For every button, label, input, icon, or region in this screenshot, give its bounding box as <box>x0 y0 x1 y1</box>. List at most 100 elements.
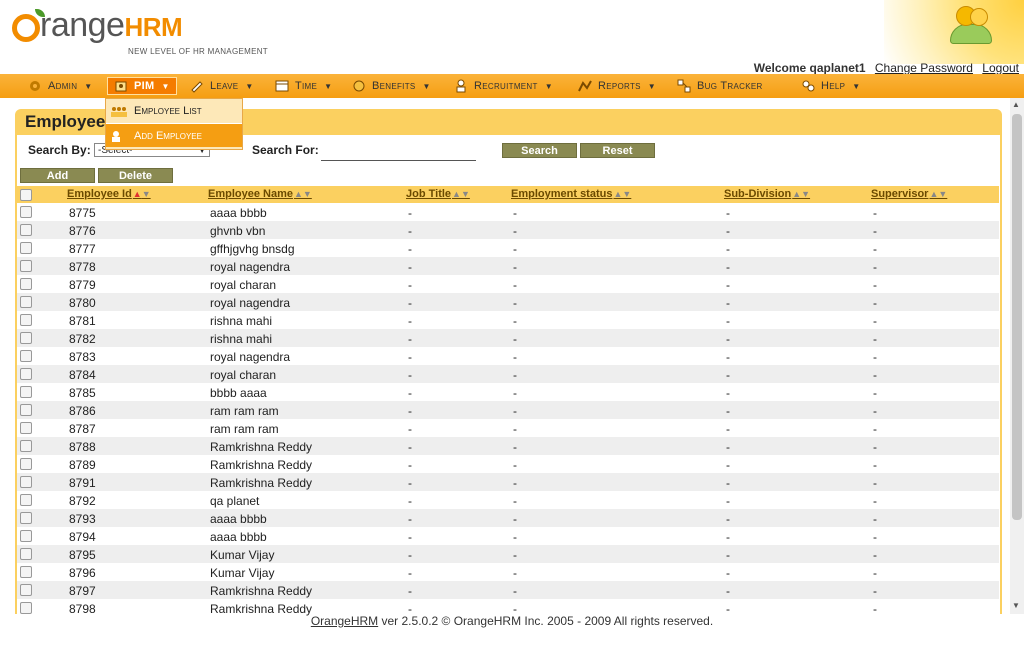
row-checkbox[interactable] <box>20 242 32 254</box>
cell-employee-name[interactable]: Ramkrishna Reddy <box>210 584 312 598</box>
row-checkbox[interactable] <box>20 512 32 524</box>
row-checkbox[interactable] <box>20 404 32 416</box>
cell-sub-division: - <box>726 422 730 436</box>
menu-employee-list[interactable]: Employee List <box>106 99 242 123</box>
cell-employee-name[interactable]: ram ram ram <box>210 404 279 418</box>
row-checkbox[interactable] <box>20 206 32 218</box>
row-checkbox[interactable] <box>20 494 32 506</box>
chevron-down-icon: ▼ <box>245 81 254 91</box>
row-checkbox[interactable] <box>20 386 32 398</box>
menu-bug-tracker[interactable]: Bug Tracker <box>677 77 763 95</box>
row-checkbox[interactable] <box>20 350 32 362</box>
cell-employee-name[interactable]: bbbb aaaa <box>210 386 267 400</box>
menu-reports[interactable]: Reports ▼ <box>578 77 656 95</box>
cell-sub-division: - <box>726 404 730 418</box>
cell-employee-name[interactable]: ghvnb vbn <box>210 224 265 238</box>
cell-employment-status: - <box>513 458 517 472</box>
cell-employee-name[interactable]: Ramkrishna Reddy <box>210 476 312 490</box>
cell-employee-name[interactable]: aaaa bbbb <box>210 530 267 544</box>
logout-link[interactable]: Logout <box>982 61 1019 75</box>
col-employee-id[interactable]: Employee Id▲▼ <box>67 188 151 200</box>
cell-employment-status: - <box>513 386 517 400</box>
row-checkbox[interactable] <box>20 224 32 236</box>
menu-add-employee[interactable]: Add Employee <box>106 123 242 147</box>
cell-employee-id: 8791 <box>69 476 96 490</box>
row-checkbox[interactable] <box>20 476 32 488</box>
orangehrm-logo[interactable]: rangeHRM NEW LEVEL OF HR MANAGEMENT <box>12 6 268 56</box>
row-checkbox[interactable] <box>20 332 32 344</box>
row-checkbox[interactable] <box>20 440 32 452</box>
row-checkbox[interactable] <box>20 566 32 578</box>
cell-job-title: - <box>408 494 412 508</box>
menu-leave[interactable]: Leave ▼ <box>190 77 254 95</box>
cell-sub-division: - <box>726 278 730 292</box>
row-checkbox[interactable] <box>20 458 32 470</box>
row-checkbox[interactable] <box>20 368 32 380</box>
col-sub-division[interactable]: Sub-Division▲▼ <box>724 188 810 200</box>
cell-employee-name[interactable]: royal nagendra <box>210 260 290 274</box>
row-checkbox[interactable] <box>20 530 32 542</box>
cell-employee-name[interactable]: rishna mahi <box>210 314 272 328</box>
cell-employee-name[interactable]: qa planet <box>210 494 259 508</box>
cell-job-title: - <box>408 242 412 256</box>
cell-supervisor: - <box>873 296 877 310</box>
table-row: 8796 Kumar Vijay - - - - <box>17 563 999 581</box>
table-row: 8785 bbbb aaaa - - - - <box>17 383 999 401</box>
row-checkbox[interactable] <box>20 278 32 290</box>
sort-icon: ▲▼ <box>613 189 632 199</box>
cell-employee-name[interactable]: gffhjgvhg bnsdg <box>210 242 295 256</box>
table-row: 8778 royal nagendra - - - - <box>17 257 999 275</box>
delete-button[interactable]: Delete <box>98 168 173 183</box>
cell-employee-name[interactable]: royal charan <box>210 368 276 382</box>
row-checkbox[interactable] <box>20 584 32 596</box>
footer-orangehrm-link[interactable]: OrangeHRM <box>311 614 378 628</box>
table-row: 8784 royal charan - - - - <box>17 365 999 383</box>
cell-employee-id: 8793 <box>69 512 96 526</box>
row-checkbox[interactable] <box>20 548 32 560</box>
cell-employee-name[interactable]: royal nagendra <box>210 296 290 310</box>
cell-employee-name[interactable]: Ramkrishna Reddy <box>210 458 312 472</box>
menu-benefits[interactable]: Benefits ▼ <box>352 77 431 95</box>
cell-employee-name[interactable]: Ramkrishna Reddy <box>210 440 312 454</box>
cell-sub-division: - <box>726 548 730 562</box>
cell-supervisor: - <box>873 278 877 292</box>
col-employee-name[interactable]: Employee Name▲▼ <box>208 188 312 200</box>
col-employment-status[interactable]: Employment status▲▼ <box>511 188 631 200</box>
row-checkbox[interactable] <box>20 602 32 614</box>
cell-employee-id: 8780 <box>69 296 96 310</box>
cell-employee-name[interactable]: rishna mahi <box>210 332 272 346</box>
cell-employee-name[interactable]: royal charan <box>210 278 276 292</box>
row-checkbox[interactable] <box>20 422 32 434</box>
row-checkbox[interactable] <box>20 314 32 326</box>
cell-employee-name[interactable]: aaaa bbbb <box>210 206 267 220</box>
row-checkbox[interactable] <box>20 260 32 272</box>
scrollbar-thumb[interactable] <box>1012 114 1022 520</box>
menu-admin[interactable]: Admin ▼ <box>28 77 93 95</box>
reset-button[interactable]: Reset <box>580 143 655 158</box>
col-job-title[interactable]: Job Title▲▼ <box>406 188 470 200</box>
cell-employee-name[interactable]: Kumar Vijay <box>210 548 274 562</box>
menu-help[interactable]: Help ▼ <box>801 77 860 95</box>
page-scrollbar[interactable]: ▲ ▼ <box>1010 98 1024 614</box>
select-all-checkbox[interactable] <box>20 189 32 201</box>
cell-employee-name[interactable]: ram ram ram <box>210 422 279 436</box>
row-checkbox[interactable] <box>20 296 32 308</box>
cell-employment-status: - <box>513 548 517 562</box>
cell-employee-id: 8787 <box>69 422 96 436</box>
scroll-down-icon[interactable]: ▼ <box>1012 601 1020 610</box>
cell-employee-name[interactable]: Kumar Vijay <box>210 566 274 580</box>
cell-employee-name[interactable]: royal nagendra <box>210 350 290 364</box>
cell-employee-id: 8783 <box>69 350 96 364</box>
menu-recruitment[interactable]: Recruitment ▼ <box>454 77 553 95</box>
add-button[interactable]: Add <box>20 168 95 183</box>
search-for-input[interactable] <box>321 142 476 161</box>
menu-pim[interactable]: PIM ▼ <box>107 77 177 95</box>
cell-employee-name[interactable]: aaaa bbbb <box>210 512 267 526</box>
search-button[interactable]: Search <box>502 143 577 158</box>
scroll-up-icon[interactable]: ▲ <box>1012 100 1020 109</box>
menu-time[interactable]: Time ▼ <box>275 77 332 95</box>
col-supervisor[interactable]: Supervisor▲▼ <box>871 188 947 200</box>
cell-sub-division: - <box>726 494 730 508</box>
users-icon <box>950 6 994 46</box>
change-password-link[interactable]: Change Password <box>875 61 973 75</box>
